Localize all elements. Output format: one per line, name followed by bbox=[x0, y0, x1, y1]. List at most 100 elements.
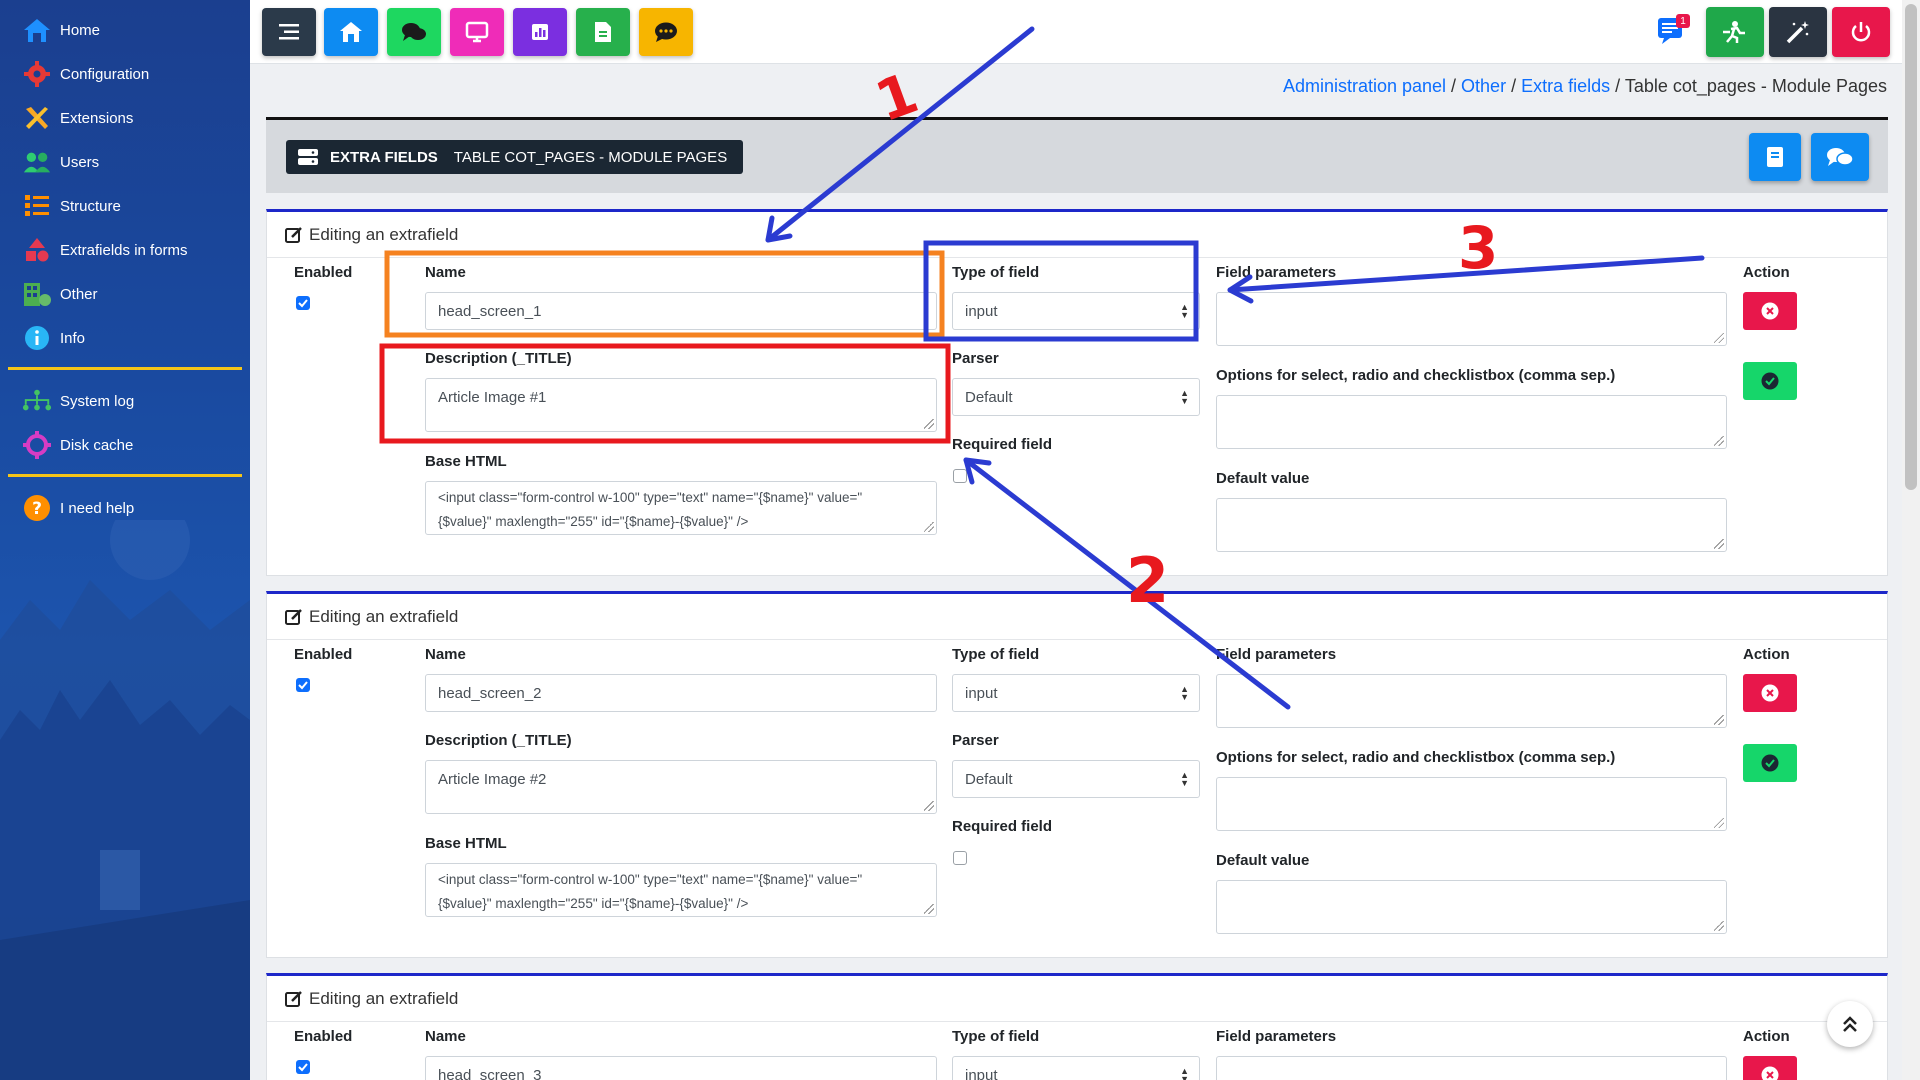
type-label: Type of field bbox=[952, 1028, 1040, 1045]
logout-button[interactable] bbox=[1832, 7, 1890, 57]
save-button[interactable] bbox=[1743, 362, 1797, 400]
options-textarea[interactable] bbox=[1216, 777, 1727, 831]
documentation-button[interactable] bbox=[1749, 133, 1801, 181]
tools-icon bbox=[22, 104, 52, 132]
breadcrumb-current: Table cot_pages - Module Pages bbox=[1624, 76, 1887, 96]
card-header: Editing an extrafield bbox=[267, 594, 1887, 640]
type-label: Type of field bbox=[952, 264, 1040, 281]
gear-icon bbox=[22, 60, 52, 88]
magic-wand-button[interactable] bbox=[1769, 7, 1827, 57]
stats-button[interactable] bbox=[513, 8, 567, 56]
name-input[interactable]: head_screen_3 bbox=[425, 1056, 937, 1080]
base-html-textarea[interactable]: <input class="form-control w-100" type="… bbox=[425, 481, 937, 535]
options-textarea[interactable] bbox=[1216, 395, 1727, 449]
check-circle-icon bbox=[1761, 754, 1779, 772]
type-select[interactable]: input ▲ ▼ bbox=[952, 292, 1200, 330]
building-icon bbox=[22, 280, 52, 308]
params-textarea[interactable] bbox=[1216, 292, 1727, 346]
breadcrumb-link-extra-fields[interactable]: Extra fields bbox=[1521, 76, 1610, 96]
documents-button[interactable] bbox=[576, 8, 630, 56]
screen-button[interactable] bbox=[450, 8, 504, 56]
params-label: Field parameters bbox=[1216, 1028, 1337, 1045]
tree-icon bbox=[22, 387, 52, 415]
chat-button[interactable] bbox=[387, 8, 441, 56]
notifications-button[interactable]: 1 bbox=[1654, 12, 1694, 52]
edit-icon bbox=[285, 608, 302, 625]
close-circle-icon bbox=[1761, 302, 1779, 320]
save-button[interactable] bbox=[1743, 744, 1797, 782]
scroll-to-top-button[interactable] bbox=[1827, 1001, 1873, 1047]
description-textarea[interactable]: Article Image #1 bbox=[425, 378, 937, 432]
sidebar-item-users[interactable]: Users bbox=[22, 146, 99, 178]
delete-button[interactable] bbox=[1743, 674, 1797, 712]
delete-button[interactable] bbox=[1743, 1056, 1797, 1080]
card-title: Editing an extrafield bbox=[309, 606, 459, 626]
resize-handle[interactable] bbox=[924, 904, 934, 914]
params-textarea[interactable] bbox=[1216, 674, 1727, 728]
action-label: Action bbox=[1743, 264, 1790, 281]
select-arrows-icon: ▲ ▼ bbox=[1180, 684, 1189, 702]
resize-handle[interactable] bbox=[1714, 818, 1724, 828]
resize-handle[interactable] bbox=[1714, 921, 1724, 931]
sidebar-item-extrafields[interactable]: Extrafields in forms bbox=[22, 234, 188, 266]
required-checkbox[interactable] bbox=[953, 469, 967, 483]
exit-site-button[interactable] bbox=[1706, 7, 1764, 57]
scrollbar-thumb[interactable] bbox=[1905, 4, 1917, 490]
sidebar-item-disk-cache[interactable]: Disk cache bbox=[22, 429, 133, 461]
sidebar-item-other[interactable]: Other bbox=[22, 278, 98, 310]
resize-handle[interactable] bbox=[1714, 715, 1724, 725]
close-circle-icon bbox=[1761, 684, 1779, 702]
name-input[interactable]: head_screen_2 bbox=[425, 674, 937, 712]
home-icon bbox=[22, 16, 52, 44]
card-title: Editing an extrafield bbox=[309, 988, 459, 1008]
enabled-checkbox[interactable] bbox=[296, 678, 310, 692]
enabled-checkbox[interactable] bbox=[296, 1060, 310, 1074]
base-html-label: Base HTML bbox=[425, 453, 507, 470]
default-value-textarea[interactable] bbox=[1216, 498, 1727, 552]
parser-select-value: Default bbox=[965, 389, 1013, 406]
sidebar-item-label: Home bbox=[60, 21, 101, 39]
magic-wand-icon bbox=[1786, 21, 1809, 44]
sidebar-item-info[interactable]: Info bbox=[22, 322, 85, 354]
resize-handle[interactable] bbox=[1714, 333, 1724, 343]
resize-handle[interactable] bbox=[924, 522, 934, 532]
question-icon: ? bbox=[22, 494, 52, 522]
base-html-textarea[interactable]: <input class="form-control w-100" type="… bbox=[425, 863, 937, 917]
sidebar-item-extensions[interactable]: Extensions bbox=[22, 102, 133, 134]
resize-handle[interactable] bbox=[1714, 539, 1724, 549]
sidebar-item-home[interactable]: Home bbox=[22, 14, 100, 46]
menu-button[interactable] bbox=[262, 8, 316, 56]
default-value-textarea[interactable] bbox=[1216, 880, 1727, 934]
chat-icon bbox=[402, 23, 426, 41]
breadcrumb-link-other[interactable]: Other bbox=[1461, 76, 1506, 96]
support-chat-button[interactable] bbox=[1811, 133, 1869, 181]
default-value-label: Default value bbox=[1216, 470, 1310, 487]
parser-select[interactable]: Default ▲ ▼ bbox=[952, 760, 1200, 798]
sidebar-item-label: Configuration bbox=[60, 65, 150, 83]
messages-button[interactable] bbox=[639, 8, 693, 56]
resize-handle[interactable] bbox=[924, 419, 934, 429]
breadcrumb-link-admin[interactable]: Administration panel bbox=[1283, 76, 1446, 96]
type-select[interactable]: input ▲ ▼ bbox=[952, 674, 1200, 712]
sidebar-item-help[interactable]: ? I need help bbox=[22, 492, 134, 524]
extrafield-card-3: Editing an extrafield Enabled Name head_… bbox=[266, 973, 1888, 1080]
enabled-label: Enabled bbox=[294, 264, 353, 281]
resize-handle[interactable] bbox=[1714, 436, 1724, 446]
type-select[interactable]: input ▲ ▼ bbox=[952, 1056, 1200, 1080]
description-textarea[interactable]: Article Image #2 bbox=[425, 760, 937, 814]
resize-handle[interactable] bbox=[924, 801, 934, 811]
parser-select[interactable]: Default ▲ ▼ bbox=[952, 378, 1200, 416]
name-input[interactable]: head_screen_1 bbox=[425, 292, 937, 330]
delete-button[interactable] bbox=[1743, 292, 1797, 330]
sidebar-item-configuration[interactable]: Configuration bbox=[22, 58, 149, 90]
base-html-value: <input class="form-control w-100" type="… bbox=[438, 872, 863, 911]
params-textarea[interactable] bbox=[1216, 1056, 1727, 1080]
enabled-checkbox[interactable] bbox=[296, 296, 310, 310]
enabled-label: Enabled bbox=[294, 646, 353, 663]
sidebar-item-system-log[interactable]: System log bbox=[22, 385, 134, 417]
home-button[interactable] bbox=[324, 8, 378, 56]
required-checkbox[interactable] bbox=[953, 851, 967, 865]
sidebar-item-structure[interactable]: Structure bbox=[22, 190, 121, 222]
chart-icon bbox=[532, 24, 548, 40]
page-scrollbar[interactable] bbox=[1902, 0, 1920, 1080]
